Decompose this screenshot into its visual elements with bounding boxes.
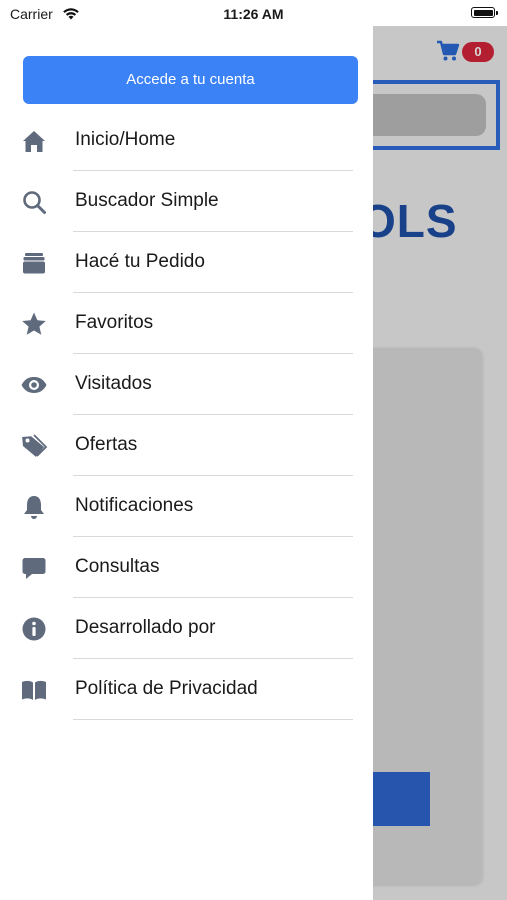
menu-item-label: Favoritos [75, 312, 154, 333]
menu-item-label: Ofertas [75, 434, 138, 455]
drawer-menu: Inicio/Home Buscador Simple Hacé tu Pedi… [0, 110, 373, 720]
menu-item-label: Notificaciones [75, 495, 194, 516]
menu-item-label: Buscador Simple [75, 190, 219, 211]
menu-item-label: Consultas [75, 556, 160, 577]
divider [73, 719, 353, 720]
menu-item-label: Política de Privacidad [75, 678, 258, 699]
menu-item-label: Desarrollado por [75, 617, 216, 638]
status-bar: Carrier 11:26 AM [0, 0, 507, 26]
clock: 11:26 AM [223, 6, 284, 22]
star-icon [20, 310, 48, 338]
menu-item-label: Visitados [75, 373, 152, 394]
menu-item-order[interactable]: Hacé tu Pedido [0, 232, 373, 293]
login-button[interactable]: Accede a tu cuenta [23, 56, 358, 104]
menu-item-label: Inicio/Home [75, 129, 176, 150]
menu-item-home[interactable]: Inicio/Home [0, 110, 373, 171]
menu-item-favorites[interactable]: Favoritos [0, 293, 373, 354]
menu-item-inquiries[interactable]: Consultas [0, 537, 373, 598]
bell-icon [20, 493, 48, 521]
chat-icon [20, 554, 48, 582]
info-icon [20, 615, 48, 643]
menu-item-search[interactable]: Buscador Simple [0, 171, 373, 232]
battery-icon [471, 7, 498, 18]
eye-icon [20, 371, 48, 399]
menu-item-visited[interactable]: Visitados [0, 354, 373, 415]
menu-item-developed-by[interactable]: Desarrollado por [0, 598, 373, 659]
menu-item-notifications[interactable]: Notificaciones [0, 476, 373, 537]
side-drawer: Accede a tu cuenta Inicio/Home Buscador … [0, 26, 373, 900]
home-icon [20, 127, 48, 155]
box-icon [20, 249, 48, 277]
menu-item-privacy[interactable]: Política de Privacidad [0, 659, 373, 720]
menu-item-offers[interactable]: Ofertas [0, 415, 373, 476]
search-icon [20, 188, 48, 216]
book-icon [20, 676, 48, 704]
tag-icon [20, 432, 48, 460]
menu-item-label: Hacé tu Pedido [75, 251, 205, 272]
